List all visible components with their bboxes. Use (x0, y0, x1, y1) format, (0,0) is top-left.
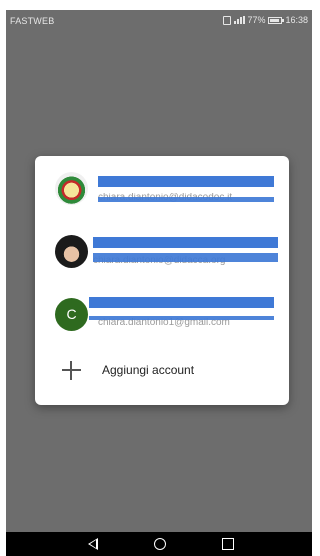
redacted-account-name (93, 237, 278, 248)
plus-icon (62, 361, 81, 380)
phone-screen: FASTWEB 77% 16:38 chiara.diantonio@didac… (6, 10, 312, 556)
home-icon[interactable] (154, 538, 166, 550)
account-item-2[interactable]: chiara.diantonio@didacca.org (35, 223, 289, 279)
status-bar: FASTWEB 77% 16:38 (6, 10, 312, 32)
add-account-label: Aggiungi account (102, 363, 195, 377)
add-account-button[interactable]: Aggiungi account (35, 352, 289, 396)
account-avatar-school-logo (55, 172, 88, 205)
battery-icon (268, 16, 285, 24)
signal-icon (234, 16, 246, 24)
account-avatar-photo (55, 235, 88, 268)
redacted-account-name (89, 297, 274, 308)
account-picker-dialog: chiara.diantonio@didacodoc.it chiara.dia… (35, 156, 289, 405)
redacted-email-overlay (98, 197, 274, 202)
account-item-1[interactable]: chiara.diantonio@didacodoc.it (35, 160, 289, 216)
status-icons: 77% 16:38 (223, 15, 308, 25)
battery-percent: 77% (247, 15, 266, 25)
back-icon[interactable] (88, 538, 98, 550)
redacted-account-name (98, 176, 274, 187)
recent-apps-icon[interactable] (222, 538, 234, 550)
redacted-email-overlay (89, 316, 274, 320)
clock: 16:38 (285, 15, 308, 25)
vibrate-icon (223, 15, 232, 25)
account-avatar-letter: C (55, 298, 88, 331)
redacted-email-overlay (93, 253, 278, 262)
carrier-name: FASTWEB (10, 16, 55, 26)
account-item-3[interactable]: C chiara.diantonio1@gmail.com (35, 286, 289, 342)
navigation-bar (6, 532, 312, 556)
